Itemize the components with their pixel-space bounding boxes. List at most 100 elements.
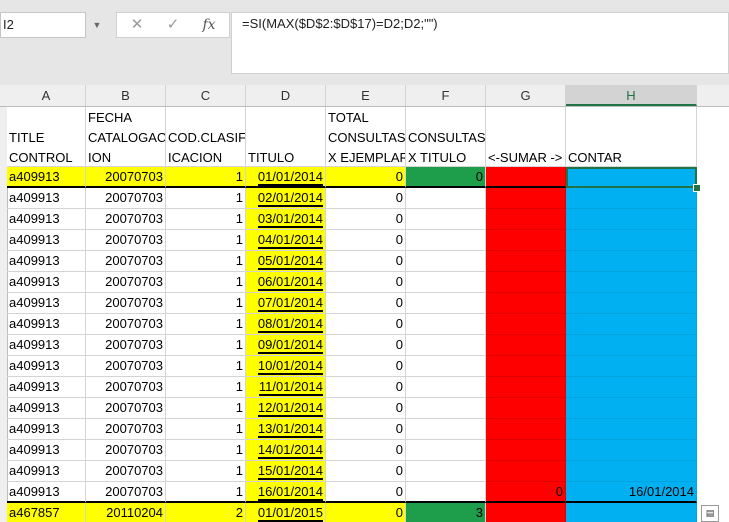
cell-a10[interactable]: a409913 bbox=[7, 335, 86, 356]
cell-h15[interactable] bbox=[566, 440, 697, 461]
cell-e14[interactable]: 0 bbox=[326, 419, 406, 440]
cell-c2[interactable]: 1 bbox=[166, 167, 246, 188]
formula-input[interactable]: =SI(MAX($D$2:$D$17)=D2;D2;"") bbox=[231, 12, 729, 74]
cell-e6[interactable]: 0 bbox=[326, 251, 406, 272]
column-header-g[interactable]: G bbox=[486, 85, 566, 106]
cell-c9[interactable]: 1 bbox=[166, 314, 246, 335]
cell-d2[interactable]: 01/01/2014 bbox=[246, 167, 326, 188]
cell-g17[interactable]: 0 bbox=[486, 482, 566, 503]
cell-c17[interactable]: 1 bbox=[166, 482, 246, 503]
cell-f15[interactable] bbox=[406, 440, 486, 461]
cell-h16[interactable] bbox=[566, 461, 697, 482]
cell-c16[interactable]: 1 bbox=[166, 461, 246, 482]
cell-e12[interactable]: 0 bbox=[326, 377, 406, 398]
column-header-c[interactable]: C bbox=[166, 85, 246, 106]
cell-a2[interactable]: a409913 bbox=[7, 167, 86, 188]
column-header-b[interactable]: B bbox=[86, 85, 166, 106]
cell-e2[interactable]: 0 bbox=[326, 167, 406, 188]
cell-b14[interactable]: 20070703 bbox=[86, 419, 166, 440]
cell-e3[interactable]: 0 bbox=[326, 188, 406, 209]
cell-e4[interactable]: 0 bbox=[326, 209, 406, 230]
cell-c14[interactable]: 1 bbox=[166, 419, 246, 440]
cell-f8[interactable] bbox=[406, 293, 486, 314]
cell-g9[interactable] bbox=[486, 314, 566, 335]
cell-f17[interactable] bbox=[406, 482, 486, 503]
cell-b11[interactable]: 20070703 bbox=[86, 356, 166, 377]
cell-a4[interactable]: a409913 bbox=[7, 209, 86, 230]
cell-d18[interactable]: 01/01/2015 bbox=[246, 503, 326, 522]
cell-d13[interactable]: 12/01/2014 bbox=[246, 398, 326, 419]
cell-c15[interactable]: 1 bbox=[166, 440, 246, 461]
cell-g16[interactable] bbox=[486, 461, 566, 482]
cell-e9[interactable]: 0 bbox=[326, 314, 406, 335]
cell-f2[interactable]: 0 bbox=[406, 167, 486, 188]
cell-b16[interactable]: 20070703 bbox=[86, 461, 166, 482]
cell-h8[interactable] bbox=[566, 293, 697, 314]
cell-f14[interactable] bbox=[406, 419, 486, 440]
cell-c11[interactable]: 1 bbox=[166, 356, 246, 377]
cell-a7[interactable]: a409913 bbox=[7, 272, 86, 293]
cell-e17[interactable]: 0 bbox=[326, 482, 406, 503]
cell-h6[interactable] bbox=[566, 251, 697, 272]
cell-g11[interactable] bbox=[486, 356, 566, 377]
cell-h10[interactable] bbox=[566, 335, 697, 356]
header-cell-c[interactable]: COD.CLASIF ICACION bbox=[166, 107, 246, 167]
cell-g5[interactable] bbox=[486, 230, 566, 251]
cell-a9[interactable]: a409913 bbox=[7, 314, 86, 335]
cell-b6[interactable]: 20070703 bbox=[86, 251, 166, 272]
cell-a11[interactable]: a409913 bbox=[7, 356, 86, 377]
cell-h14[interactable] bbox=[566, 419, 697, 440]
cell-c12[interactable]: 1 bbox=[166, 377, 246, 398]
cell-f7[interactable] bbox=[406, 272, 486, 293]
cell-b3[interactable]: 20070703 bbox=[86, 188, 166, 209]
cell-f13[interactable] bbox=[406, 398, 486, 419]
cell-g6[interactable] bbox=[486, 251, 566, 272]
cell-e5[interactable]: 0 bbox=[326, 230, 406, 251]
cell-e16[interactable]: 0 bbox=[326, 461, 406, 482]
cell-c3[interactable]: 1 bbox=[166, 188, 246, 209]
cell-a8[interactable]: a409913 bbox=[7, 293, 86, 314]
cell-d14[interactable]: 13/01/2014 bbox=[246, 419, 326, 440]
cell-h7[interactable] bbox=[566, 272, 697, 293]
cell-b13[interactable]: 20070703 bbox=[86, 398, 166, 419]
cell-h11[interactable] bbox=[566, 356, 697, 377]
cell-e11[interactable]: 0 bbox=[326, 356, 406, 377]
cell-a15[interactable]: a409913 bbox=[7, 440, 86, 461]
cell-d12[interactable]: 11/01/2014 bbox=[246, 377, 326, 398]
cell-a14[interactable]: a409913 bbox=[7, 419, 86, 440]
cell-f16[interactable] bbox=[406, 461, 486, 482]
cell-a3[interactable]: a409913 bbox=[7, 188, 86, 209]
cell-g13[interactable] bbox=[486, 398, 566, 419]
column-header-h[interactable]: H bbox=[566, 85, 697, 106]
insert-function-icon[interactable]: fx bbox=[195, 13, 223, 37]
name-box[interactable]: I2 bbox=[0, 12, 86, 38]
cell-c13[interactable]: 1 bbox=[166, 398, 246, 419]
cell-g2[interactable] bbox=[486, 167, 566, 188]
cell-d11[interactable]: 10/01/2014 bbox=[246, 356, 326, 377]
cell-c18[interactable]: 2 bbox=[166, 503, 246, 522]
cell-a13[interactable]: a409913 bbox=[7, 398, 86, 419]
cell-g15[interactable] bbox=[486, 440, 566, 461]
cell-g12[interactable] bbox=[486, 377, 566, 398]
header-cell-f[interactable]: CONSULTAS X TITULO bbox=[406, 107, 486, 167]
cell-e18[interactable]: 0 bbox=[326, 503, 406, 522]
cell-c10[interactable]: 1 bbox=[166, 335, 246, 356]
cell-d17[interactable]: 16/01/2014 bbox=[246, 482, 326, 503]
cell-f5[interactable] bbox=[406, 230, 486, 251]
cell-f9[interactable] bbox=[406, 314, 486, 335]
cell-h9[interactable] bbox=[566, 314, 697, 335]
cell-d8[interactable]: 07/01/2014 bbox=[246, 293, 326, 314]
cell-a17[interactable]: a409913 bbox=[7, 482, 86, 503]
cell-d3[interactable]: 02/01/2014 bbox=[246, 188, 326, 209]
header-cell-b[interactable]: FECHA CATALOGAC ION bbox=[86, 107, 166, 167]
cancel-icon[interactable]: ✕ bbox=[123, 13, 151, 37]
header-cell-h[interactable]: CONTAR bbox=[566, 107, 697, 167]
cell-f3[interactable] bbox=[406, 188, 486, 209]
cell-a12[interactable]: a409913 bbox=[7, 377, 86, 398]
cell-g3[interactable] bbox=[486, 188, 566, 209]
cell-b10[interactable]: 20070703 bbox=[86, 335, 166, 356]
cell-b7[interactable]: 20070703 bbox=[86, 272, 166, 293]
cell-b12[interactable]: 20070703 bbox=[86, 377, 166, 398]
cell-f12[interactable] bbox=[406, 377, 486, 398]
cell-e10[interactable]: 0 bbox=[326, 335, 406, 356]
